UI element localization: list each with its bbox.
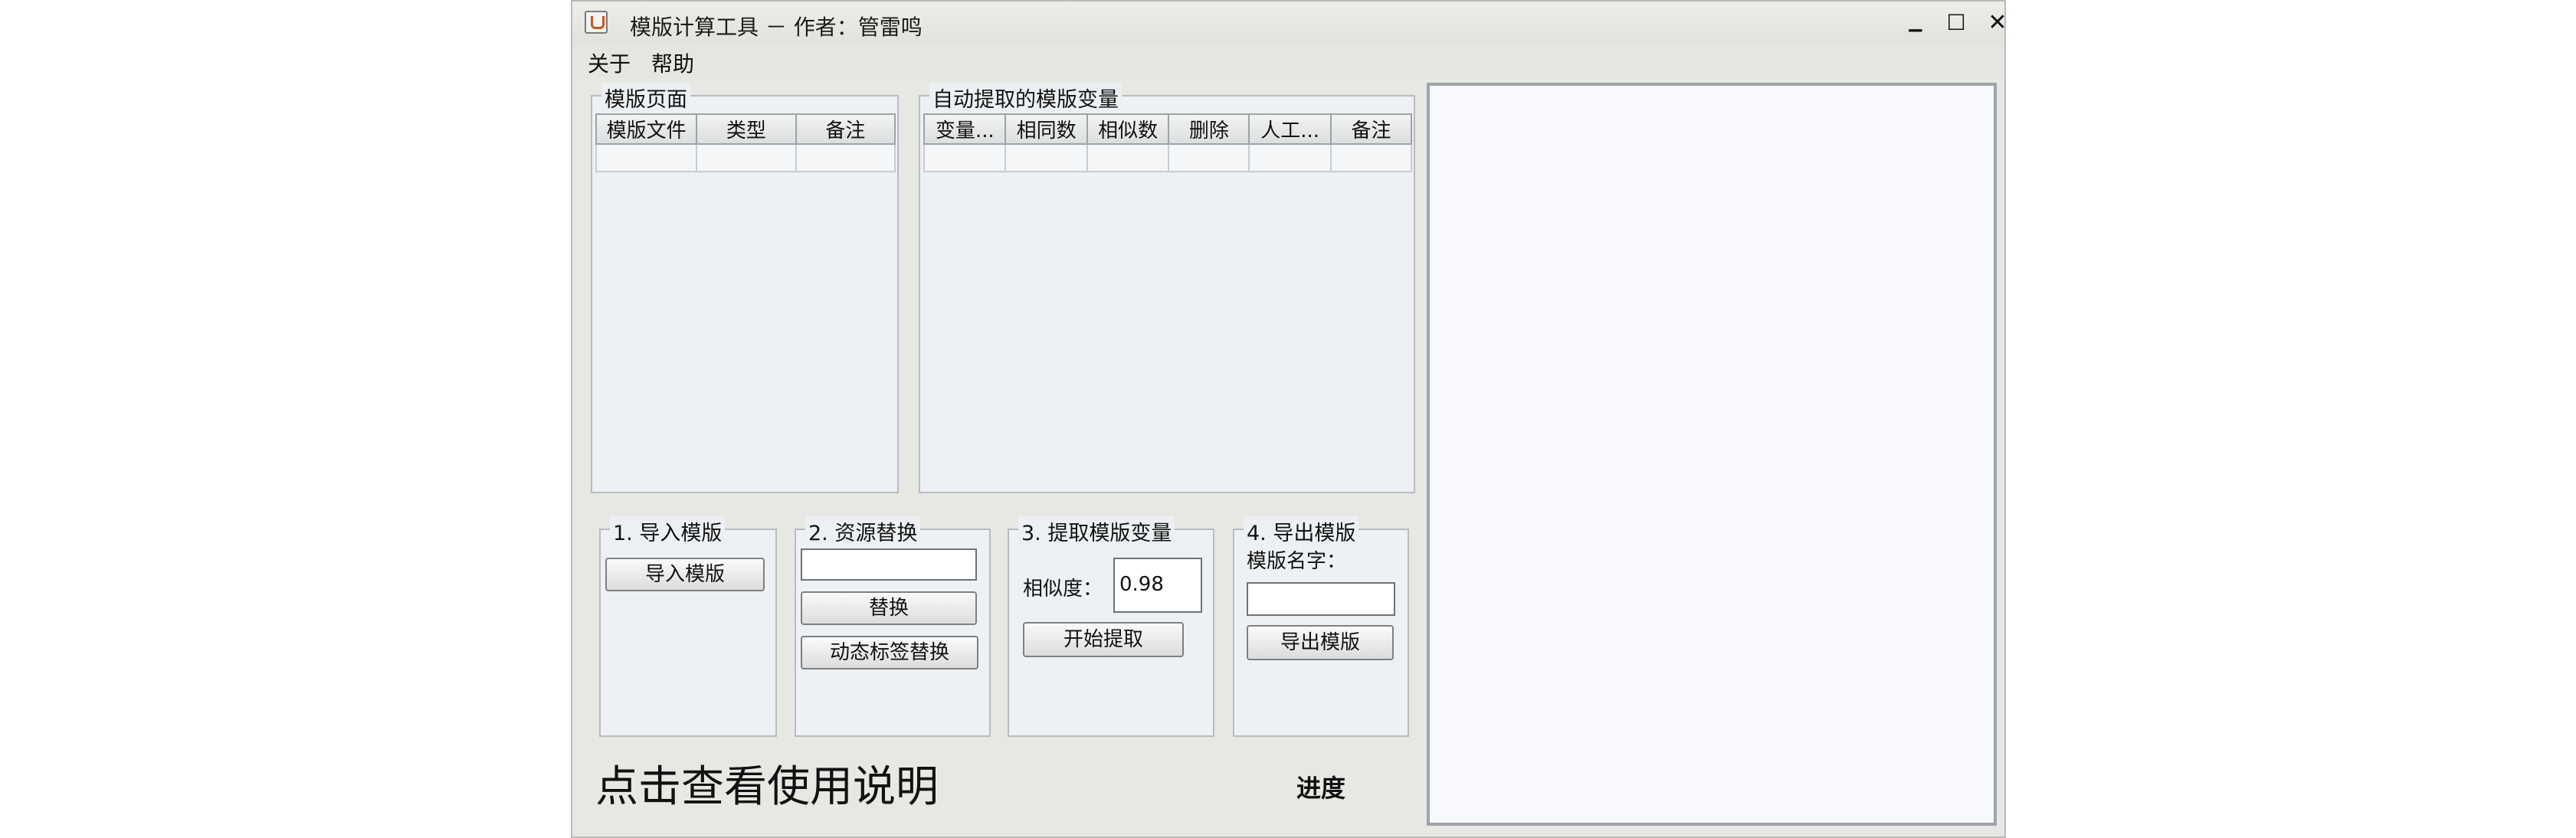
template-pages-title: 模版页面 <box>601 83 690 113</box>
usage-instructions-link[interactable]: 点击查看使用说明 <box>595 752 939 814</box>
table-cell[interactable] <box>923 143 1007 172</box>
window-title: 模版计算工具 － 作者：管雷鸣 <box>630 15 923 40</box>
replace-button[interactable]: 替换 <box>801 591 977 625</box>
resource-replace-input[interactable] <box>801 548 977 581</box>
step2-group: 2. 资源替换 替换 动态标签替换 <box>795 516 991 737</box>
step3-title: 3. 提取模版变量 <box>1018 516 1175 546</box>
table-cell[interactable] <box>1005 143 1088 172</box>
similarity-input[interactable] <box>1113 558 1202 613</box>
table-cell[interactable] <box>1329 143 1413 172</box>
table-cell[interactable] <box>696 143 797 172</box>
table-row[interactable] <box>595 143 896 172</box>
table-cell[interactable] <box>1248 143 1332 172</box>
menu-bar: 关于 帮助 <box>572 44 2004 78</box>
auto-vars-group: 自动提取的模版变量 变量... 相同数 相似数 删除 人工... 备注 <box>919 83 1415 493</box>
column-delete[interactable]: 删除 <box>1168 113 1250 145</box>
table-row[interactable] <box>923 143 1413 172</box>
step1-group: 1. 导入模版 导入模版 <box>599 516 777 737</box>
column-similar-count[interactable]: 相似数 <box>1086 113 1170 145</box>
export-template-button[interactable]: 导出模版 <box>1247 625 1394 660</box>
template-name-input[interactable] <box>1247 582 1395 616</box>
template-pages-group: 模版页面 模版文件 类型 备注 <box>591 83 899 493</box>
step4-group: 4. 导出模版 模版名字： 导出模版 <box>1233 516 1409 737</box>
start-extract-button[interactable]: 开始提取 <box>1023 622 1184 657</box>
column-remark[interactable]: 备注 <box>1329 113 1413 145</box>
column-manual[interactable]: 人工... <box>1248 113 1332 145</box>
title-bar[interactable]: 模版计算工具 － 作者：管雷鸣 ▁ ☐ ✕ <box>572 2 2007 46</box>
maximize-icon[interactable]: ☐ <box>1942 9 1970 37</box>
table-cell[interactable] <box>795 143 896 172</box>
table-cell[interactable] <box>1086 143 1170 172</box>
step1-title: 1. 导入模版 <box>610 516 726 546</box>
minimize-icon[interactable]: ▁ <box>1902 9 1929 37</box>
column-note[interactable]: 备注 <box>795 113 896 145</box>
progress-label: 进度 <box>1296 774 1346 803</box>
output-panel[interactable] <box>1427 83 1997 826</box>
column-template-file[interactable]: 模版文件 <box>595 113 698 145</box>
menu-help[interactable]: 帮助 <box>651 47 694 78</box>
auto-vars-table: 变量... 相同数 相似数 删除 人工... 备注 <box>923 113 1413 172</box>
table-cell[interactable] <box>1168 143 1250 172</box>
table-cell[interactable] <box>595 143 698 172</box>
column-same-count[interactable]: 相同数 <box>1005 113 1088 145</box>
auto-vars-title: 自动提取的模版变量 <box>929 83 1122 113</box>
dynamic-tag-replace-button[interactable]: 动态标签替换 <box>801 636 978 669</box>
import-template-button[interactable]: 导入模版 <box>605 558 765 591</box>
app-window: 模版计算工具 － 作者：管雷鸣 ▁ ☐ ✕ 关于 帮助 模版页面 模版文件 类型… <box>571 0 2007 838</box>
step3-group: 3. 提取模版变量 相似度： 开始提取 <box>1008 516 1214 737</box>
column-type[interactable]: 类型 <box>696 113 797 145</box>
step2-title: 2. 资源替换 <box>805 516 921 546</box>
close-icon[interactable]: ✕ <box>1984 9 2011 37</box>
template-name-label: 模版名字： <box>1247 550 1347 573</box>
step4-title: 4. 导出模版 <box>1244 516 1359 546</box>
java-cup-icon <box>585 11 608 34</box>
menu-about[interactable]: 关于 <box>588 47 631 78</box>
template-pages-table: 模版文件 类型 备注 <box>595 113 896 172</box>
column-variable[interactable]: 变量... <box>923 113 1007 145</box>
similarity-label: 相似度： <box>1023 578 1103 601</box>
